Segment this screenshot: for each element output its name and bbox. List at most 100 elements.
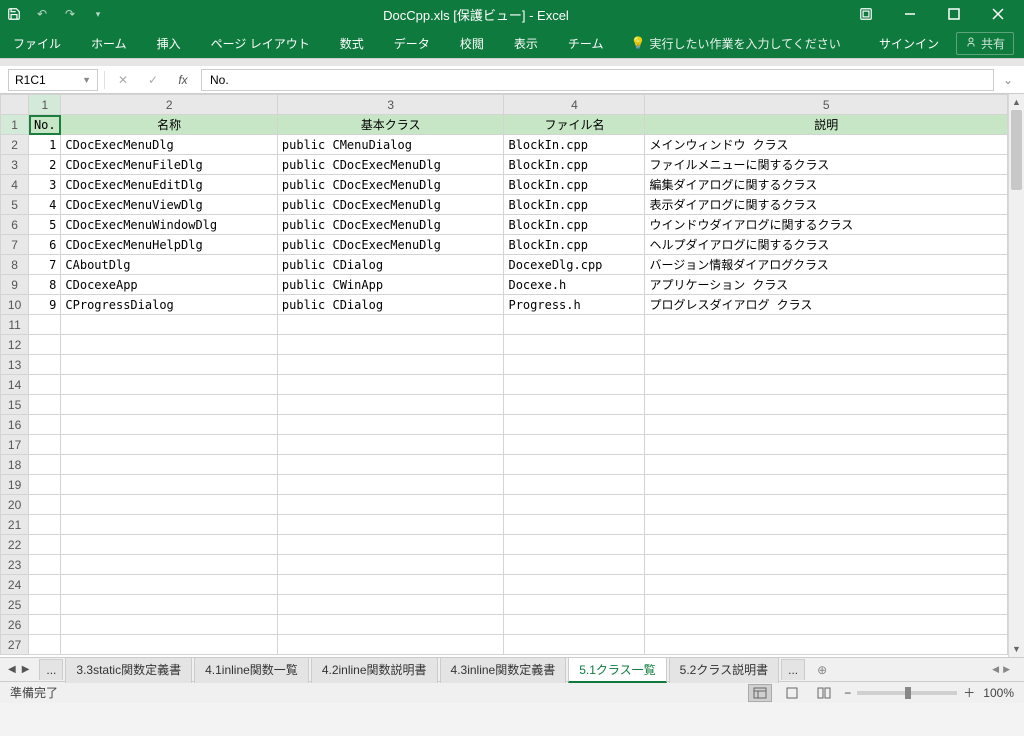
row-header[interactable]: 18	[1, 455, 29, 475]
cell[interactable]: 8	[29, 275, 61, 295]
cell[interactable]: CDocExecMenuDlg	[61, 135, 278, 155]
cell[interactable]: 表示ダイアログに関するクラス	[645, 195, 1008, 215]
col-header[interactable]: 4	[504, 95, 645, 115]
cell[interactable]	[504, 315, 645, 335]
sheet-tab[interactable]: 5.2クラス説明書	[669, 657, 779, 683]
cell[interactable]	[277, 335, 504, 355]
row-header[interactable]: 16	[1, 415, 29, 435]
cell[interactable]: BlockIn.cpp	[504, 135, 645, 155]
cell[interactable]	[645, 415, 1008, 435]
cell[interactable]	[277, 595, 504, 615]
cell[interactable]: BlockIn.cpp	[504, 215, 645, 235]
row-header[interactable]: 21	[1, 515, 29, 535]
zoom-thumb[interactable]	[905, 687, 911, 699]
tab-nav-next-icon[interactable]: ▶	[22, 664, 30, 675]
row-header[interactable]: 15	[1, 395, 29, 415]
cell[interactable]	[277, 395, 504, 415]
sign-in-button[interactable]: サインイン	[876, 35, 942, 52]
cell[interactable]: public CDocExecMenuDlg	[277, 215, 504, 235]
cell[interactable]: public CDialog	[277, 255, 504, 275]
cell[interactable]	[277, 475, 504, 495]
row-header[interactable]: 17	[1, 435, 29, 455]
row-header[interactable]: 1	[1, 115, 29, 135]
row-header[interactable]: 6	[1, 215, 29, 235]
scroll-thumb[interactable]	[1011, 110, 1022, 190]
cell[interactable]: 9	[29, 295, 61, 315]
tab-nav-prev-icon[interactable]: ◀	[8, 664, 16, 675]
cell[interactable]	[29, 515, 61, 535]
share-button[interactable]: 共有	[956, 32, 1014, 55]
sheet-tab[interactable]: 4.2inline関数説明書	[311, 657, 438, 683]
cell[interactable]	[29, 535, 61, 555]
redo-icon[interactable]: ↷	[62, 6, 78, 22]
cell[interactable]: public CMenuDialog	[277, 135, 504, 155]
col-header[interactable]: 5	[645, 95, 1008, 115]
cell[interactable]	[277, 375, 504, 395]
cell[interactable]	[645, 575, 1008, 595]
close-button[interactable]	[978, 1, 1018, 27]
ribbon-tab-insert[interactable]: 挿入	[154, 35, 184, 52]
undo-icon[interactable]: ↶	[34, 6, 50, 22]
cell[interactable]: CDocExecMenuEditDlg	[61, 175, 278, 195]
cell[interactable]: 名称	[61, 115, 278, 135]
cell[interactable]	[277, 415, 504, 435]
cell[interactable]: public CDocExecMenuDlg	[277, 155, 504, 175]
cell[interactable]	[277, 575, 504, 595]
zoom-track[interactable]	[857, 691, 957, 695]
cell[interactable]	[645, 555, 1008, 575]
row-header[interactable]: 4	[1, 175, 29, 195]
cell[interactable]	[645, 615, 1008, 635]
cell[interactable]	[29, 555, 61, 575]
cell[interactable]	[29, 595, 61, 615]
row-header[interactable]: 9	[1, 275, 29, 295]
tab-overflow-left[interactable]: ...	[39, 659, 63, 680]
cell[interactable]: public CDocExecMenuDlg	[277, 235, 504, 255]
cell[interactable]	[504, 595, 645, 615]
cell[interactable]: Progress.h	[504, 295, 645, 315]
cell[interactable]	[29, 315, 61, 335]
grid-main[interactable]: 1 2 3 4 5 1 No. 名称 基本クラス ファイル名 説明 21CDoc…	[0, 94, 1008, 657]
scroll-left-icon[interactable]: ◀	[992, 664, 999, 675]
zoom-out-icon[interactable]: −	[844, 686, 851, 700]
cell[interactable]	[277, 355, 504, 375]
cell[interactable]	[61, 555, 278, 575]
ribbon-tab-review[interactable]: 校閲	[457, 35, 487, 52]
cell[interactable]: 2	[29, 155, 61, 175]
cell[interactable]	[61, 475, 278, 495]
ribbon-tab-home[interactable]: ホーム	[88, 35, 130, 52]
scroll-right-icon[interactable]: ▶	[1003, 664, 1010, 675]
ribbon-display-options-icon[interactable]	[846, 1, 886, 27]
cell[interactable]	[277, 455, 504, 475]
ribbon-tab-file[interactable]: ファイル	[10, 35, 64, 52]
cell[interactable]: ウインドウダイアログに関するクラス	[645, 215, 1008, 235]
cell[interactable]	[645, 375, 1008, 395]
cell[interactable]: アプリケーション クラス	[645, 275, 1008, 295]
zoom-in-icon[interactable]: ＋	[963, 684, 975, 701]
cell[interactable]: プログレスダイアログ クラス	[645, 295, 1008, 315]
cell[interactable]: 3	[29, 175, 61, 195]
cell[interactable]: ファイル名	[504, 115, 645, 135]
row-header[interactable]: 8	[1, 255, 29, 275]
cell[interactable]	[61, 335, 278, 355]
col-header[interactable]: 1	[29, 95, 61, 115]
horizontal-scrollbar[interactable]: ◀ ▶	[833, 664, 1016, 675]
cell[interactable]: 6	[29, 235, 61, 255]
cell[interactable]	[61, 595, 278, 615]
formula-input[interactable]: No.	[201, 69, 994, 91]
maximize-button[interactable]	[934, 1, 974, 27]
new-sheet-button[interactable]: ⊕	[813, 661, 831, 679]
cell[interactable]	[645, 335, 1008, 355]
cell[interactable]	[645, 315, 1008, 335]
cell[interactable]: public CDocExecMenuDlg	[277, 195, 504, 215]
sheet-tab[interactable]: 4.3inline関数定義書	[440, 657, 567, 683]
cell[interactable]	[61, 455, 278, 475]
cell[interactable]	[277, 435, 504, 455]
cell[interactable]: 編集ダイアログに関するクラス	[645, 175, 1008, 195]
cell[interactable]: BlockIn.cpp	[504, 235, 645, 255]
cell[interactable]: 1	[29, 135, 61, 155]
cell[interactable]	[504, 495, 645, 515]
ribbon-tab-formulas[interactable]: 数式	[337, 35, 367, 52]
cell[interactable]: メインウィンドウ クラス	[645, 135, 1008, 155]
cell[interactable]	[504, 615, 645, 635]
cell[interactable]	[61, 315, 278, 335]
